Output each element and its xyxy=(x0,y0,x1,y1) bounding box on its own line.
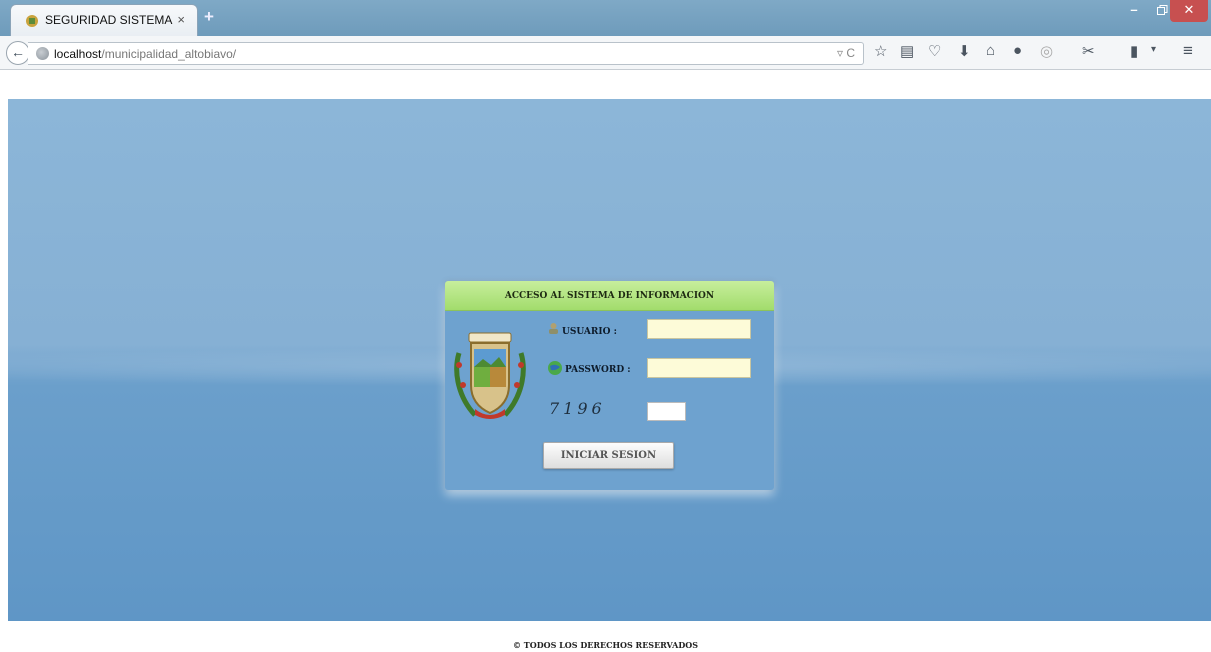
login-panel: ACCESO AL SISTEMA DE INFORMACION USUARIO… xyxy=(445,281,774,490)
login-header: ACCESO AL SISTEMA DE INFORMACION xyxy=(445,281,774,311)
bookmarks-icon[interactable]: ▤ xyxy=(900,42,914,60)
page-background: ACCESO AL SISTEMA DE INFORMACION USUARIO… xyxy=(8,99,1211,621)
tab-title: SEGURIDAD SISTEMA xyxy=(45,13,173,27)
download-icon[interactable]: ⬇ xyxy=(958,42,971,60)
menu-icon[interactable]: ≡ xyxy=(1183,41,1193,61)
close-window-button[interactable]: ✕ xyxy=(1170,0,1208,22)
chevron-down-icon[interactable]: ▾ xyxy=(1151,44,1156,55)
url-host: localhost xyxy=(54,47,102,61)
browser-titlebar: SEGURIDAD SISTEMA × + – ✕ xyxy=(0,0,1211,36)
usuario-input[interactable] xyxy=(647,319,751,339)
login-button[interactable]: INICIAR SESION xyxy=(543,442,674,469)
browser-tab[interactable]: SEGURIDAD SISTEMA × xyxy=(10,4,198,36)
globe-icon xyxy=(36,47,49,60)
restore-icon xyxy=(1156,5,1167,15)
star-icon[interactable]: ☆ xyxy=(874,42,887,60)
captcha-input[interactable] xyxy=(647,402,686,421)
battery-icon[interactable]: ▮ xyxy=(1130,42,1138,60)
browser-navbar: ← localhost/municipalidad_altobiavo/ ▿ C… xyxy=(0,36,1211,70)
municipal-crest-logo xyxy=(454,332,526,419)
password-label: PASSWORD : xyxy=(565,365,631,375)
url-path: /municipalidad_altobiavo/ xyxy=(101,47,237,61)
address-bar[interactable]: localhost/municipalidad_altobiavo/ ▿ C xyxy=(28,42,864,65)
tools-icon[interactable]: ✂ xyxy=(1082,42,1095,60)
usuario-label: USUARIO : xyxy=(562,327,617,337)
footer-copyright: © TODOS LOS DERECHOS RESERVADOS xyxy=(512,640,699,650)
password-input[interactable] xyxy=(647,358,751,378)
minimize-button[interactable]: – xyxy=(1120,0,1148,22)
sync-icon[interactable]: ◎ xyxy=(1040,42,1053,60)
home-icon[interactable]: ⌂ xyxy=(986,42,995,59)
new-tab-button[interactable]: + xyxy=(204,7,214,27)
user-icon xyxy=(549,323,558,334)
pocket-icon[interactable]: ♡ xyxy=(928,42,941,60)
chat-icon[interactable]: ● xyxy=(1013,42,1022,59)
tab-close-icon[interactable]: × xyxy=(177,12,185,27)
url-text: localhost/municipalidad_altobiavo/ xyxy=(54,47,236,61)
globe-key-icon xyxy=(548,361,562,375)
reload-icon[interactable]: ▿ C xyxy=(837,46,855,60)
crest-favicon-icon xyxy=(26,15,38,27)
back-button[interactable]: ← xyxy=(6,41,30,65)
captcha-code: 7196 xyxy=(549,399,606,418)
